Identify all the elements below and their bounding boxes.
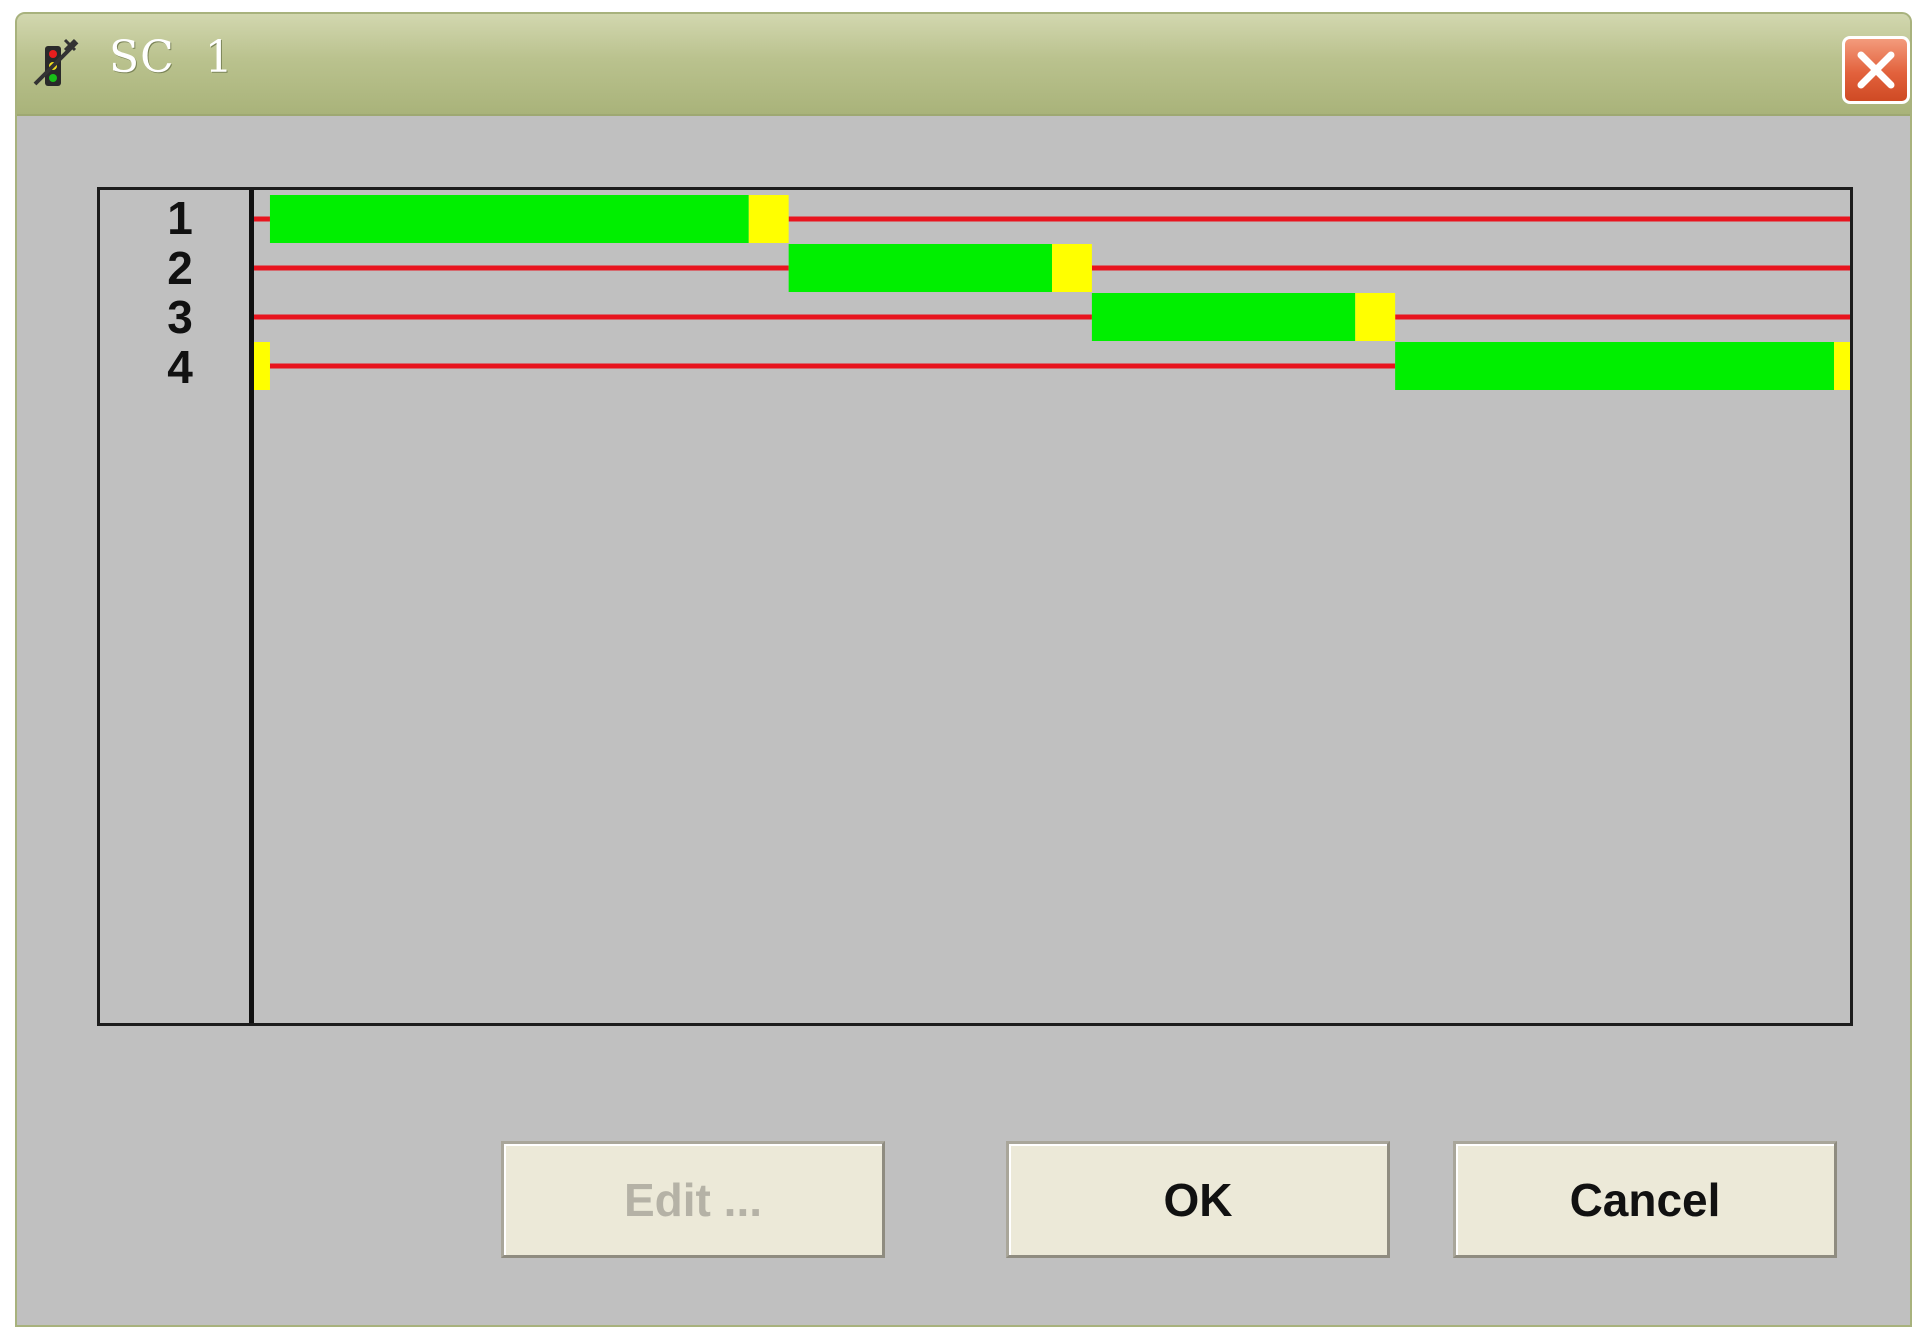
green-phase-bar-1[interactable] — [269, 195, 749, 243]
row-label-4: 4 — [167, 341, 193, 393]
yellow-phase-bar-1-0[interactable] — [748, 195, 789, 243]
signal-timeline-chart: 1 2 3 4 — [97, 187, 1853, 1026]
signal-plan-dialog: SC 1 1 2 3 4 Edit ... OK Cancel — [15, 12, 1912, 1327]
cancel-button[interactable]: Cancel — [1453, 1141, 1837, 1258]
edit-button[interactable]: Edit ... — [501, 1141, 885, 1258]
yellow-phase-bar-4-0[interactable] — [254, 342, 270, 390]
green-phase-bar-2[interactable] — [788, 244, 1052, 292]
close-button[interactable] — [1842, 36, 1910, 104]
close-icon — [1857, 51, 1895, 89]
row-label-2: 2 — [167, 242, 193, 294]
row-label-3: 3 — [167, 291, 193, 343]
yellow-phase-bar-3-0[interactable] — [1355, 293, 1396, 341]
green-phase-bar-3[interactable] — [1091, 293, 1356, 341]
row-label-1: 1 — [167, 192, 193, 244]
timeline-svg — [254, 195, 1850, 390]
green-phase-bar-4[interactable] — [1395, 342, 1835, 390]
ok-button[interactable]: OK — [1006, 1141, 1390, 1258]
timeline-plot-area[interactable] — [254, 190, 1850, 1023]
title-bar[interactable]: SC 1 — [17, 14, 1910, 116]
yellow-phase-bar-4-1[interactable] — [1834, 342, 1850, 390]
traffic-light-icon — [29, 34, 89, 94]
yellow-phase-bar-2-0[interactable] — [1052, 244, 1092, 292]
window-title: SC 1 — [109, 32, 234, 83]
signal-group-label-column: 1 2 3 4 — [100, 190, 254, 1023]
